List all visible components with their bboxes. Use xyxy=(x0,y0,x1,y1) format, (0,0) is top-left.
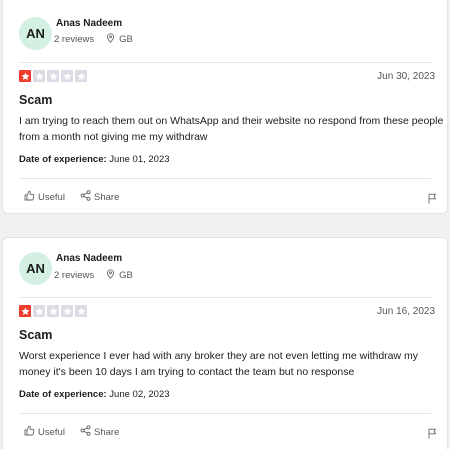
share-button[interactable]: Share xyxy=(80,190,119,204)
share-icon xyxy=(80,425,91,439)
reviewer-meta: 2 reviews GB xyxy=(54,269,133,282)
experience-date: June 01, 2023 xyxy=(109,154,170,165)
review-text: I am trying to reach them out on WhatsAp… xyxy=(19,115,444,143)
review-title[interactable]: Scam xyxy=(19,93,52,107)
review-title[interactable]: Scam xyxy=(19,328,52,342)
star-icon-empty xyxy=(75,305,87,317)
avatar[interactable]: AN xyxy=(19,17,52,50)
location-pin-icon xyxy=(106,269,115,282)
reviewer-meta: 2 reviews GB xyxy=(54,33,133,46)
divider xyxy=(19,413,431,414)
star-icon-empty xyxy=(47,70,59,82)
flag-icon[interactable] xyxy=(427,191,438,209)
share-icon xyxy=(80,190,91,204)
experience-date: June 02, 2023 xyxy=(109,389,170,400)
review-count: 2 reviews xyxy=(54,34,95,45)
review-count: 2 reviews xyxy=(54,270,95,281)
avatar[interactable]: AN xyxy=(19,252,52,285)
country-code: GB xyxy=(119,270,133,281)
experience-label: Date of experience: xyxy=(19,154,107,165)
star-rating xyxy=(19,305,87,317)
star-rating xyxy=(19,70,87,82)
divider xyxy=(19,178,431,179)
date-of-experience: Date of experience: June 01, 2023 xyxy=(19,154,170,165)
review-card: AN Anas Nadeem 2 reviews GB Jun 30, 2023… xyxy=(2,0,448,214)
star-icon-empty xyxy=(33,305,45,317)
divider xyxy=(19,62,431,63)
reviewer-name[interactable]: Anas Nadeem xyxy=(56,253,122,264)
star-icon-filled xyxy=(19,70,31,82)
share-label: Share xyxy=(94,426,120,438)
flag-icon[interactable] xyxy=(427,426,438,444)
star-icon-filled xyxy=(19,305,31,317)
reviewer-name[interactable]: Anas Nadeem xyxy=(56,18,122,29)
useful-button[interactable]: Useful xyxy=(24,190,65,204)
star-icon-empty xyxy=(61,70,73,82)
star-icon-empty xyxy=(47,305,59,317)
share-label: Share xyxy=(94,191,120,203)
star-icon-empty xyxy=(75,70,87,82)
share-button[interactable]: Share xyxy=(80,425,119,439)
thumbs-up-icon xyxy=(24,190,35,204)
thumbs-up-icon xyxy=(24,425,35,439)
star-icon-empty xyxy=(33,70,45,82)
divider xyxy=(19,297,431,298)
star-icon-empty xyxy=(61,305,73,317)
location-pin-icon xyxy=(106,33,115,46)
review-date: Jun 16, 2023 xyxy=(377,306,435,317)
useful-label: Useful xyxy=(38,191,65,203)
country-code: GB xyxy=(119,34,133,45)
useful-button[interactable]: Useful xyxy=(24,425,65,439)
review-date: Jun 30, 2023 xyxy=(377,71,435,82)
date-of-experience: Date of experience: June 02, 2023 xyxy=(19,389,170,400)
review-text: Worst experience I ever had with any bro… xyxy=(19,350,418,378)
useful-label: Useful xyxy=(38,426,65,438)
experience-label: Date of experience: xyxy=(19,389,107,400)
review-card: AN Anas Nadeem 2 reviews GB Jun 16, 2023… xyxy=(2,237,448,449)
